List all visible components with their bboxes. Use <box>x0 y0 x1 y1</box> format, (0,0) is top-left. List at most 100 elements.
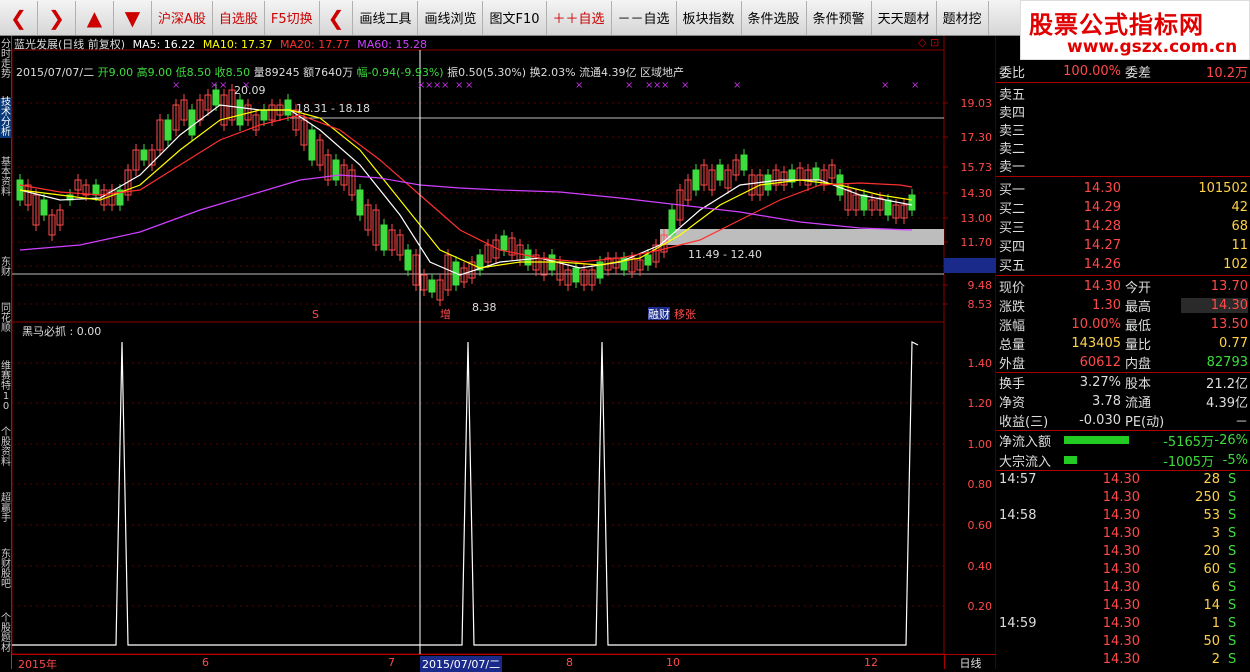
tick-volume: 50 <box>1203 634 1220 649</box>
axis-label-10: 10 <box>666 656 680 669</box>
quote-value: 14.30 <box>1181 297 1248 313</box>
volume-value: 量89245 <box>253 66 300 79</box>
price-axis-label: 8.53 <box>968 298 993 311</box>
buy-row: 买一 14.30 101502 <box>996 179 1250 198</box>
flow-label: 净流入额 <box>999 434 1052 450</box>
candle-body <box>40 199 48 216</box>
buy-volume: 102 <box>1223 256 1248 272</box>
candle-body <box>812 167 820 181</box>
ma60-label: MA60: 15.28 <box>357 38 427 51</box>
candle-body <box>236 99 244 126</box>
candle-body <box>404 249 412 271</box>
tick-flag: S <box>1228 508 1237 523</box>
ma5-label: MA5: 16.22 <box>132 38 196 51</box>
candle-body <box>524 249 532 266</box>
tick-row: 14.30 60 S <box>996 562 1250 580</box>
candle-body <box>644 254 652 266</box>
sell-label: 卖五 <box>999 87 1026 103</box>
period-label[interactable]: 日线 <box>944 654 996 670</box>
stat-value: 21.2亿 <box>1206 376 1248 392</box>
candle-body <box>284 99 292 116</box>
indicator-axis-label: 0.80 <box>968 478 993 491</box>
quote-label: 量比 <box>1125 337 1152 353</box>
tick-price: 14.30 <box>1102 598 1140 613</box>
tick-volume: 1 <box>1211 616 1220 631</box>
tick-volume: 6 <box>1211 580 1220 595</box>
signal-marker: × <box>881 80 889 91</box>
float-value: 流通4.39亿 <box>579 66 637 79</box>
stat-label: 换手 <box>999 376 1026 392</box>
quote-row: 涨幅 10.00% 最低 13.50 <box>996 315 1250 334</box>
ma-legend: 蓝光发展(日线 前复权) MA5: 16.22 MA10: 17.37 MA20… <box>14 36 427 51</box>
candle-body <box>692 169 700 191</box>
tick-flag: S <box>1228 616 1237 631</box>
indicator-axis-label: 0.40 <box>968 560 993 573</box>
flow-row: 大宗流入 -1005万 -5% <box>996 451 1250 470</box>
quote-row: 总量 143405 量比 0.77 <box>996 334 1250 353</box>
buy-volume: 11 <box>1231 237 1248 253</box>
axis-label-6: 6 <box>202 656 209 669</box>
tick-row: 14.30 2 S <box>996 652 1250 670</box>
price-axis-label: 11.70 <box>961 236 993 249</box>
candle-body <box>884 199 892 216</box>
weibi-value: 100.00% <box>1063 63 1121 79</box>
quote-value: 82793 <box>1206 354 1248 370</box>
tick-price: 14.30 <box>1102 634 1140 649</box>
corner-icons[interactable]: ◇ ⊡ <box>918 36 939 49</box>
tick-time: 14:59 <box>999 616 1037 631</box>
tick-price: 14.30 <box>1102 544 1140 559</box>
price-axis-label: 14.30 <box>961 187 993 200</box>
candle-body <box>212 89 220 106</box>
candle-body <box>428 279 436 293</box>
indicator-panel-border <box>11 321 945 655</box>
quote-value: 13.50 <box>1210 316 1248 332</box>
buy-volume: 42 <box>1231 199 1248 215</box>
candle-body <box>740 154 748 171</box>
axis-label-12: 12 <box>864 656 878 669</box>
high-value: 高9.00 <box>136 66 173 79</box>
event-marker: 增 <box>440 307 451 321</box>
tick-row: 14.30 20 S <box>996 544 1250 562</box>
quote-value: 1.30 <box>1092 297 1121 313</box>
flow-label: 大宗流入 <box>999 454 1052 470</box>
tick-volume: 20 <box>1203 544 1220 559</box>
tick-row: 14:57 14.30 28 S <box>996 472 1250 490</box>
signal-marker: × <box>172 80 180 91</box>
tick-price: 14.30 <box>1102 526 1140 541</box>
buy-price: 14.28 <box>1083 218 1121 234</box>
quote-label: 外盘 <box>999 356 1026 372</box>
signal-marker: × <box>455 80 463 91</box>
stat-value: 4.39亿 <box>1206 395 1248 411</box>
tick-flag: S <box>1228 652 1237 667</box>
stats-row: 换手 3.27% 股本 21.2亿 <box>996 373 1250 392</box>
buy-row: 买四 14.27 11 <box>996 236 1250 255</box>
candle-body <box>668 209 676 236</box>
kline-chart[interactable]: 19.0317.3015.7314.3013.0011.7010.049.488… <box>0 0 996 669</box>
sell-label: 卖二 <box>999 141 1026 157</box>
buy-volume: 101502 <box>1198 180 1248 196</box>
stat-label: 流通 <box>1125 395 1152 411</box>
quote-row: 外盘 60612 内盘 82793 <box>996 353 1250 372</box>
sell-row: 卖五 <box>996 84 1250 103</box>
buy-price: 14.30 <box>1083 180 1121 196</box>
tick-price: 14.30 <box>1102 580 1140 595</box>
quote-value: 0.77 <box>1219 335 1248 351</box>
candle-body <box>308 129 316 161</box>
buy-label: 买二 <box>999 201 1026 217</box>
sell-label: 卖三 <box>999 123 1026 139</box>
cursor-date: 2015/07/07/二 <box>16 66 95 79</box>
signal-marker: × <box>911 80 919 91</box>
axis-label-2015: 2015年 <box>18 658 57 671</box>
stats-row: 收益(三) -0.030 PE(动) － <box>996 411 1250 430</box>
flow-pct: -5% <box>1222 452 1248 468</box>
flow-bar <box>1064 456 1077 464</box>
buy-label: 买一 <box>999 182 1026 198</box>
candle-body <box>188 109 196 136</box>
buy-price: 14.26 <box>1083 256 1121 272</box>
low-annotation: 8.38 <box>472 301 497 314</box>
candle-body <box>164 119 172 141</box>
high-annotation: 20.09 <box>234 84 266 97</box>
candle-body <box>716 164 724 181</box>
ma20-label: MA20: 17.77 <box>280 38 350 51</box>
stat-value: － <box>1234 414 1248 430</box>
